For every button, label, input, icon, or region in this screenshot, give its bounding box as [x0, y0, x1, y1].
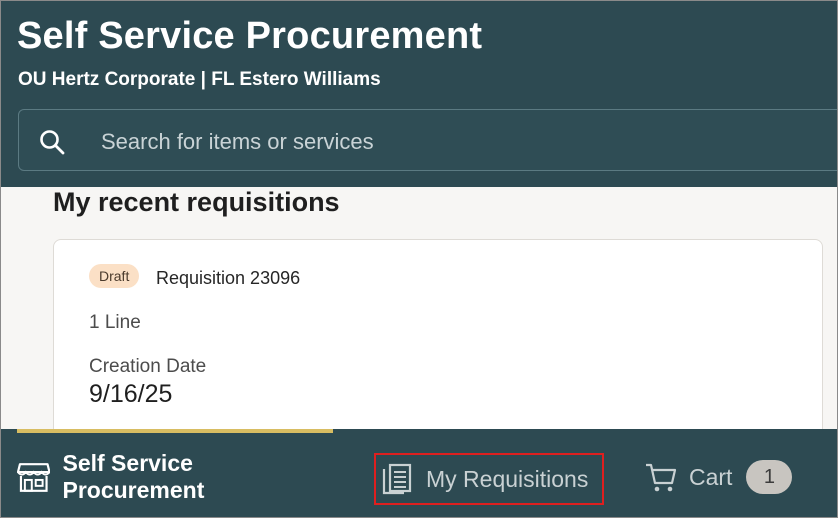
status-badge: Draft: [89, 264, 140, 288]
nav-item-cart[interactable]: Cart 1: [645, 451, 815, 503]
nav-item-self-service-procurement[interactable]: Self Service Procurement: [17, 450, 337, 503]
requisitions-list-icon: [382, 463, 412, 495]
bottom-navigation: Self Service Procurement My Requisitions…: [1, 429, 837, 517]
nav-label-my-requisitions: My Requisitions: [426, 465, 589, 492]
organization-line: OU Hertz Corporate | FL Estero Williams: [18, 69, 381, 90]
search-icon[interactable]: [39, 129, 65, 155]
line-count: 1 Line: [89, 312, 141, 333]
active-tab-indicator: [17, 429, 333, 433]
cart-icon: [646, 463, 677, 492]
nav-label-procurement: Self Service Procurement: [62, 450, 205, 503]
section-title: My recent requisitions: [53, 187, 340, 217]
creation-date-label: Creation Date: [89, 356, 207, 377]
app-frame: Self Service Procurement OU Hertz Corpor…: [0, 0, 838, 518]
storefront-icon: [17, 463, 51, 492]
requisition-card[interactable]: Draft Requisition 23096 1 Line Creation …: [53, 239, 823, 439]
nav-item-my-requisitions[interactable]: My Requisitions: [374, 453, 604, 505]
requisition-name[interactable]: Requisition 23096: [156, 268, 300, 289]
nav-label-cart: Cart: [689, 463, 733, 490]
app-header: Self Service Procurement OU Hertz Corpor…: [1, 1, 837, 187]
page-title: Self Service Procurement: [17, 15, 483, 57]
main-content: My recent requisitions Draft Requisition…: [1, 187, 837, 439]
creation-date-value: 9/16/25: [89, 380, 173, 408]
search-bar[interactable]: [18, 109, 837, 171]
cart-count-badge: 1: [746, 460, 793, 494]
search-input[interactable]: [99, 124, 803, 160]
